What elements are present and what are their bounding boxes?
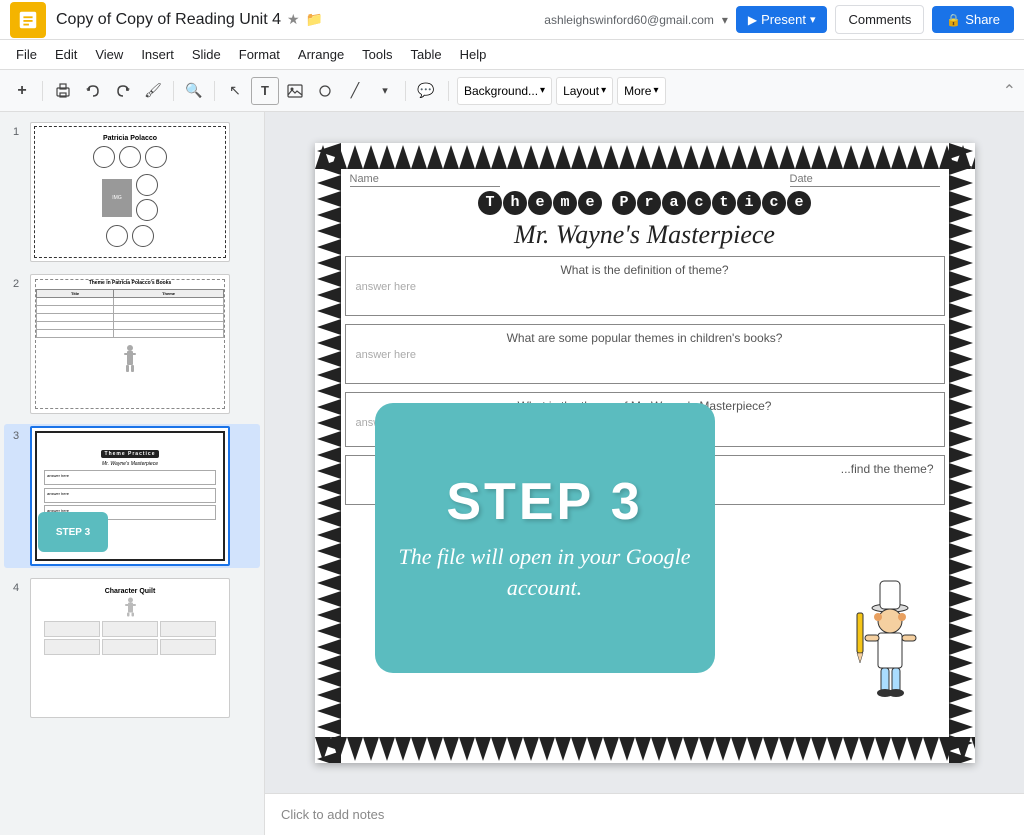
menu-slide[interactable]: Slide (184, 45, 229, 64)
notes-placeholder: Click to add notes (281, 807, 384, 822)
answer-box-2: What are some popular themes in children… (345, 324, 945, 384)
name-date-row: Name Date (345, 173, 945, 187)
main-area: 1 Patricia Polacco IMG (0, 112, 1024, 835)
menu-bar: File Edit View Insert Slide Format Arran… (0, 40, 1024, 70)
toolbar-sep-5 (448, 81, 449, 101)
cursor-button[interactable]: ↖ (221, 77, 249, 105)
subtitle-text: Mr. Wayne's Masterpiece (345, 220, 945, 250)
star-icon[interactable]: ★ (287, 11, 300, 28)
undo-button[interactable] (79, 77, 107, 105)
menu-tools[interactable]: Tools (354, 45, 400, 64)
layout-arrow: ▾ (601, 85, 606, 96)
menu-insert[interactable]: Insert (133, 45, 182, 64)
slide-thumbnail-1[interactable]: 1 Patricia Polacco IMG (4, 120, 260, 264)
slide-thumbnail-2[interactable]: 2 Theme in Patricia Polacco's Books Titl… (4, 272, 260, 416)
menu-table[interactable]: Table (403, 45, 450, 64)
slide-panel: 1 Patricia Polacco IMG (0, 112, 265, 835)
text-button[interactable]: T (251, 77, 279, 105)
folder-icon[interactable]: 📁 (306, 11, 323, 28)
top-bar: Copy of Copy of Reading Unit 4 ★ 📁 ashle… (0, 0, 1024, 40)
slide-thumbnail-4[interactable]: 4 Character Quilt (4, 576, 260, 720)
question-2: What are some popular themes in children… (356, 331, 934, 345)
slide-num-2: 2 (8, 278, 24, 290)
more-label: More (624, 84, 651, 98)
menu-arrange[interactable]: Arrange (290, 45, 352, 64)
step3-description: The file will open in your Google accoun… (395, 542, 695, 604)
add-button[interactable]: + (8, 77, 36, 105)
background-arrow: ▾ (540, 85, 545, 96)
doc-title-area: Copy of Copy of Reading Unit 4 ★ 📁 (56, 11, 544, 29)
slide-thumb-2: Theme in Patricia Polacco's Books Title … (30, 274, 230, 414)
comments-button[interactable]: Comments (835, 5, 924, 34)
toolbar-left: + 🖌 🔍 ↖ T ╱ ▾ 💬 (8, 77, 440, 105)
menu-edit[interactable]: Edit (47, 45, 85, 64)
toolbar: + 🖌 🔍 ↖ T ╱ ▾ 💬 Background... ▾ Layou (0, 70, 1024, 112)
background-dropdown[interactable]: Background... ▾ (457, 77, 552, 105)
slide-canvas[interactable]: Name Date T h e m e P r (315, 143, 975, 763)
slide-num-1: 1 (8, 126, 24, 138)
triangle-border-top (315, 143, 975, 171)
slide-thumb-1: Patricia Polacco IMG (30, 122, 230, 262)
menu-help[interactable]: Help (452, 45, 495, 64)
print-button[interactable] (49, 77, 77, 105)
triangle-border-right (947, 143, 975, 763)
image-button[interactable] (281, 77, 309, 105)
editor-area: Name Date T h e m e P r (265, 112, 1024, 835)
dropdown-arrow[interactable]: ▾ (722, 13, 728, 27)
toolbar-sep-3 (214, 81, 215, 101)
zoom-button[interactable]: 🔍 (180, 77, 208, 105)
more-dropdown[interactable]: More ▾ (617, 77, 665, 105)
more-arrow: ▾ (653, 85, 658, 96)
slide-thumbnail-3[interactable]: 3 Theme Practice Mr. Wayne's Masterpiece… (4, 424, 260, 568)
name-label: Name (350, 173, 500, 187)
triangle-border-bottom (315, 735, 975, 763)
line-button[interactable]: ╱ (341, 77, 369, 105)
app-logo (10, 2, 46, 38)
toolbar-sep-1 (42, 81, 43, 101)
menu-file[interactable]: File (8, 45, 45, 64)
comment-button[interactable]: 💬 (412, 77, 440, 105)
slide-thumb-3: Theme Practice Mr. Wayne's Masterpiece a… (30, 426, 230, 566)
doc-title-text[interactable]: Copy of Copy of Reading Unit 4 (56, 11, 281, 29)
theme-practice-title: T h e m e P r a c t i c (478, 191, 811, 215)
redo-button[interactable] (109, 77, 137, 105)
slide-title-area: T h e m e P r a c t i c (345, 191, 945, 250)
doc-title: Copy of Copy of Reading Unit 4 ★ 📁 (56, 11, 544, 29)
background-label: Background... (464, 84, 538, 98)
canvas-wrapper: Name Date T h e m e P r (265, 112, 1024, 793)
answer-placeholder-1: answer here (356, 281, 934, 293)
menu-format[interactable]: Format (231, 45, 288, 64)
share-button[interactable]: 🔒 Share (932, 6, 1014, 33)
menu-view[interactable]: View (87, 45, 131, 64)
slide-inner-content: Name Date T h e m e P r (345, 173, 945, 733)
step3-title: STEP 3 (446, 472, 642, 532)
toolbar-sep-2 (173, 81, 174, 101)
layout-dropdown[interactable]: Layout ▾ (556, 77, 613, 105)
notes-area[interactable]: Click to add notes (265, 793, 1024, 835)
slide-thumb-4: Character Quilt (30, 578, 230, 718)
answer-box-1: What is the definition of theme? answer … (345, 256, 945, 316)
collapse-button[interactable]: ⌃ (1003, 81, 1016, 101)
more-shapes-button[interactable]: ▾ (371, 77, 399, 105)
user-email: ashleighswinford60@gmail.com (544, 13, 714, 27)
triangle-border-left (315, 143, 343, 763)
question-1: What is the definition of theme? (356, 263, 934, 277)
layout-label: Layout (563, 84, 599, 98)
present-button[interactable]: ▶ Present ▾ (736, 6, 828, 33)
date-label: Date (790, 173, 940, 187)
slide-num-4: 4 (8, 582, 24, 594)
step3-overlay: STEP 3 The file will open in your Google… (375, 403, 715, 673)
paint-format-button[interactable]: 🖌 (139, 77, 167, 105)
slide-num-3: 3 (8, 430, 24, 442)
character-figure (835, 573, 925, 703)
answer-placeholder-2: answer here (356, 349, 934, 361)
shape-button[interactable] (311, 77, 339, 105)
top-right-actions: ashleighswinford60@gmail.com ▾ ▶ Present… (544, 5, 1014, 34)
toolbar-sep-4 (405, 81, 406, 101)
